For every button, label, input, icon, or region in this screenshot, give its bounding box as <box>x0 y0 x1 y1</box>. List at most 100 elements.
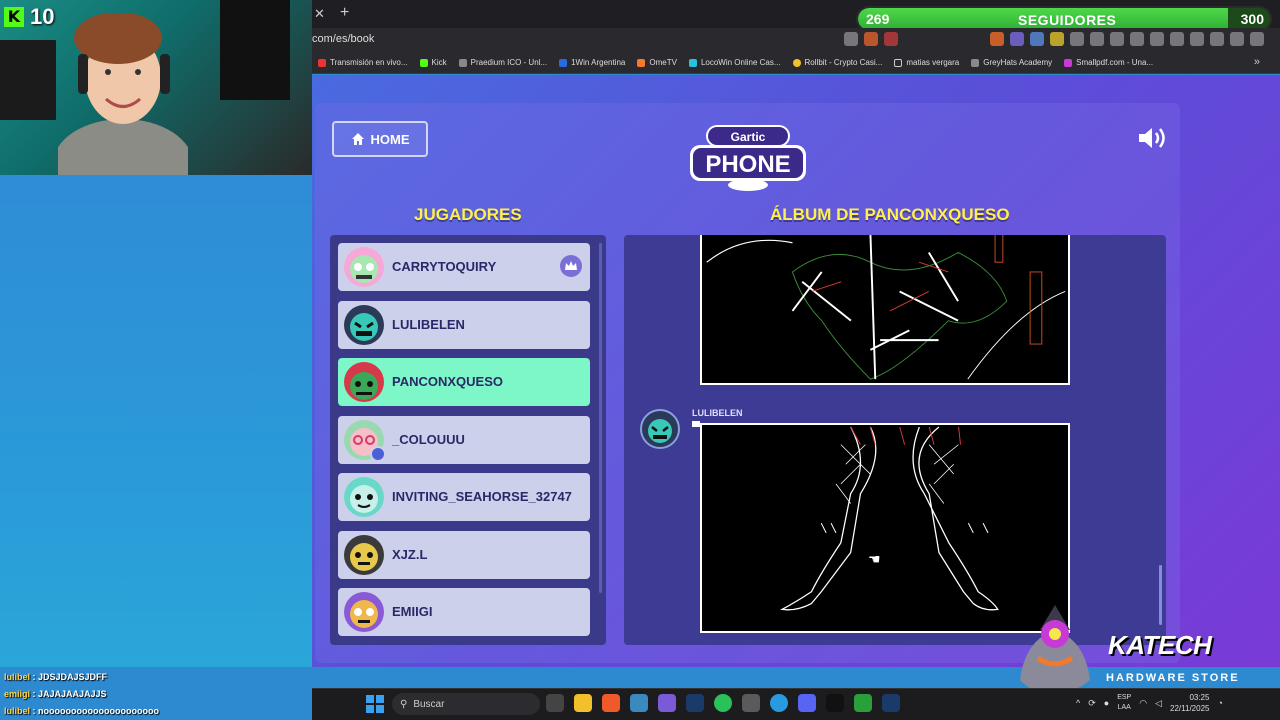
task-view-icon[interactable] <box>546 694 564 712</box>
clock[interactable]: 03:25 22/11/2025 <box>1170 692 1209 714</box>
extension-icon[interactable] <box>1030 32 1044 46</box>
player-row[interactable]: LULIBELEN <box>338 300 590 349</box>
app-icon[interactable] <box>742 694 760 712</box>
sponsor-tagline: HARDWARE STORE <box>1106 672 1240 684</box>
site-icon <box>458 58 467 67</box>
download-icon[interactable] <box>1150 32 1164 46</box>
address-bar[interactable]: com/es/book <box>312 28 1280 52</box>
player-avatar <box>344 304 384 345</box>
puzzle-icon[interactable] <box>1090 32 1104 46</box>
players-heading: JUGADORES <box>414 205 522 224</box>
taskbar-search[interactable]: ⚲ Buscar <box>392 693 540 715</box>
language-indicator[interactable]: ESP LAA <box>1117 693 1131 713</box>
extension-icon[interactable] <box>1110 32 1124 46</box>
new-tab-icon[interactable]: + <box>340 4 349 22</box>
telegram-icon[interactable] <box>770 694 788 712</box>
wifi-icon[interactable]: ◠ <box>1139 698 1147 709</box>
volume-icon[interactable]: ◁ <box>1155 698 1162 709</box>
player-avatar <box>344 592 384 632</box>
chat-overlay: lulibel : JDSJDAJSJDFF emiigi : JAJAJAAJ… <box>0 670 350 720</box>
app-icon[interactable] <box>630 694 648 712</box>
player-name: CARRYTOQUIRY <box>392 259 497 274</box>
chevron-up-icon[interactable]: ^ <box>1076 698 1080 708</box>
windows-start-icon[interactable] <box>366 695 384 713</box>
bookmark-item[interactable]: GreyHats Academy <box>965 58 1058 67</box>
bookmark-item[interactable]: LocoWin Online Cas... <box>683 58 787 67</box>
bookmark-folder[interactable]: matias vergara <box>888 58 965 67</box>
file-explorer-icon[interactable] <box>574 694 592 712</box>
steam-icon[interactable] <box>686 694 704 712</box>
chat-message: lulibel : JDSJDAJSJDFF <box>4 672 108 682</box>
extension-icon[interactable] <box>1130 32 1144 46</box>
close-tab-icon[interactable]: ✕ <box>314 6 325 22</box>
chat-message: lulibel : nooooooooooooooooooooo <box>4 706 159 716</box>
sidebar-icon[interactable] <box>1190 32 1204 46</box>
kick-icon <box>419 58 428 67</box>
bookmark-item[interactable]: Transmisión en vivo... <box>312 58 414 67</box>
tiktok-icon[interactable] <box>826 694 844 712</box>
poster <box>220 0 290 100</box>
app-icon[interactable] <box>658 694 676 712</box>
extension-icon[interactable] <box>1070 32 1084 46</box>
home-button[interactable]: HOME <box>332 121 428 157</box>
notification-icon[interactable]: ◔ <box>1217 698 1222 708</box>
chat-message: emiigi : JAJAJAAJAJJS <box>4 689 107 699</box>
album-drawing <box>700 235 1070 385</box>
youtube-icon <box>318 58 326 67</box>
menu-icon[interactable] <box>1250 32 1264 46</box>
player-row[interactable]: INVITING_SEAHORSE_32747 <box>338 473 590 521</box>
player-row[interactable]: XJZ.L <box>338 530 590 579</box>
bookmark-item[interactable]: Praedium ICO - Unl... <box>453 58 553 67</box>
player-name: LULIBELEN <box>392 316 465 332</box>
site-icon <box>792 58 801 67</box>
bookmark-item[interactable]: Kick <box>414 58 453 67</box>
brave-shield-icon[interactable] <box>864 32 878 46</box>
share-icon[interactable] <box>844 32 858 46</box>
more-bookmarks-icon[interactable]: » <box>1254 56 1260 68</box>
followers-goal: 300 <box>1240 11 1264 27</box>
player-row[interactable]: EMIIGI <box>338 588 590 636</box>
excel-icon[interactable] <box>854 694 872 712</box>
wallet-icon[interactable] <box>1210 32 1224 46</box>
site-icon <box>559 58 568 67</box>
extension-icon[interactable] <box>1010 32 1024 46</box>
sound-icon[interactable] <box>1136 125 1168 151</box>
bookmark-item[interactable]: Rollbit - Crypto Casi... <box>787 58 889 67</box>
bookmark-icon[interactable] <box>1170 32 1184 46</box>
player-name: EMIIGI <box>392 604 433 619</box>
bookmark-item[interactable]: OmeTV <box>631 58 683 67</box>
player-row[interactable]: CARRYTOQUIRY <box>338 243 590 291</box>
vpn-icon[interactable] <box>1230 32 1244 46</box>
player-avatar <box>344 534 384 575</box>
user-icon <box>370 445 386 462</box>
brave-icon[interactable] <box>602 694 620 712</box>
kick-viewer-badge: K 10 <box>4 4 54 30</box>
taskbar-apps <box>546 694 900 712</box>
hand-cursor-icon: ☚ <box>868 551 881 567</box>
player-row[interactable]: _COLOUUU <box>338 415 590 464</box>
player-avatar <box>344 477 384 517</box>
microphone-icon[interactable]: ● <box>1104 698 1109 708</box>
gartic-phone-logo: Gartic PHONE <box>690 125 806 191</box>
url-text[interactable]: com/es/book <box>312 33 374 45</box>
steam-icon[interactable] <box>882 694 900 712</box>
webcam-overlay: K 10 <box>0 0 312 175</box>
discord-icon[interactable] <box>798 694 816 712</box>
extension-icon[interactable] <box>990 32 1004 46</box>
player-row-active[interactable]: PANCONXQUESO <box>338 358 590 406</box>
player-avatar <box>344 247 384 287</box>
album-author-name: LULIBELEN <box>692 408 743 418</box>
album-panel: LULIBELEN <box>624 235 1166 645</box>
extension-icon[interactable] <box>1050 32 1064 46</box>
followers-label: SEGUIDORES <box>1018 12 1117 28</box>
whatsapp-icon[interactable] <box>714 694 732 712</box>
sync-icon[interactable]: ⟳ <box>1088 698 1096 709</box>
players-scrollbar[interactable] <box>599 243 602 593</box>
bookmark-item[interactable]: Smallpdf.com - Una... <box>1058 58 1159 67</box>
host-crown-icon <box>560 255 582 277</box>
logo-line1: Gartic <box>731 130 766 144</box>
bookmark-item[interactable]: 1Win Argentina <box>553 58 631 67</box>
sponsor-name: KATECH <box>1108 630 1212 660</box>
site-icon <box>1064 58 1073 67</box>
brave-rewards-icon[interactable] <box>884 32 898 46</box>
